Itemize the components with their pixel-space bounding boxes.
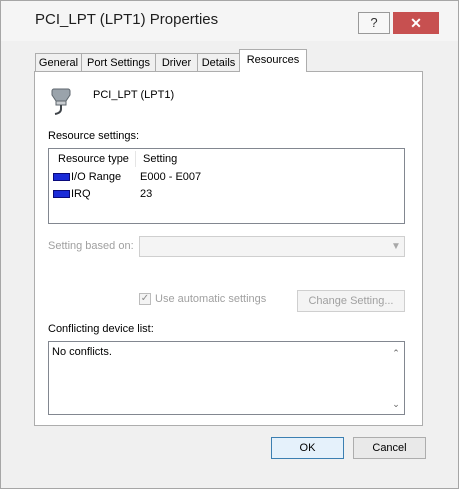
tab-general[interactable]: General: [35, 53, 82, 71]
device-name: PCI_LPT (LPT1): [93, 89, 175, 101]
cancel-button[interactable]: Cancel: [353, 437, 426, 459]
help-button[interactable]: ?: [358, 12, 390, 34]
tab-details[interactable]: Details: [197, 53, 240, 71]
title-bar: PCI_LPT (LPT1) Properties ? ✕: [1, 1, 458, 41]
list-item[interactable]: I/O Range E000 - E007: [49, 169, 404, 186]
conflicting-device-list-label: Conflicting device list:: [48, 323, 154, 335]
tab-port-settings[interactable]: Port Settings: [81, 53, 156, 71]
column-header-resource-type[interactable]: Resource type: [58, 153, 129, 165]
ok-button[interactable]: OK: [271, 437, 344, 459]
resource-setting: 23: [140, 188, 153, 200]
resources-panel: PCI_LPT (LPT1) Resource settings: Resour…: [34, 71, 423, 426]
setting-based-on-select[interactable]: ▼: [139, 236, 405, 257]
tab-resources[interactable]: Resources: [239, 49, 307, 72]
resource-type: I/O Range: [71, 171, 122, 183]
scroll-up-icon[interactable]: ⌃: [391, 348, 401, 359]
conflicts-text: No conflicts.: [52, 346, 112, 358]
setting-based-on-label: Setting based on:: [48, 240, 134, 252]
resource-type: IRQ: [71, 188, 91, 200]
column-separator[interactable]: [135, 151, 136, 167]
window-title: PCI_LPT (LPT1) Properties: [35, 11, 219, 28]
resource-settings-list[interactable]: Resource type Setting I/O Range E000 - E…: [48, 148, 405, 224]
list-header: Resource type Setting: [49, 149, 404, 169]
tab-driver[interactable]: Driver: [155, 53, 198, 71]
port-icon: [49, 87, 73, 115]
scroll-down-icon[interactable]: ⌄: [391, 399, 401, 410]
resource-settings-label: Resource settings:: [48, 130, 140, 142]
resource-chip-icon: [53, 190, 70, 198]
resource-chip-icon: [53, 173, 70, 181]
use-automatic-settings-label: Use automatic settings: [155, 293, 267, 305]
resource-setting: E000 - E007: [140, 171, 202, 183]
change-setting-button[interactable]: Change Setting...: [297, 290, 405, 312]
column-header-setting[interactable]: Setting: [143, 153, 177, 165]
conflicting-device-list[interactable]: No conflicts. ⌃ ⌄: [48, 341, 405, 415]
list-item[interactable]: IRQ 23: [49, 186, 404, 203]
use-automatic-settings-checkbox[interactable]: ✓: [139, 293, 151, 305]
close-button[interactable]: ✕: [393, 12, 439, 34]
properties-dialog: PCI_LPT (LPT1) Properties ? ✕ General Po…: [0, 0, 459, 489]
chevron-down-icon[interactable]: ▼: [388, 237, 404, 256]
